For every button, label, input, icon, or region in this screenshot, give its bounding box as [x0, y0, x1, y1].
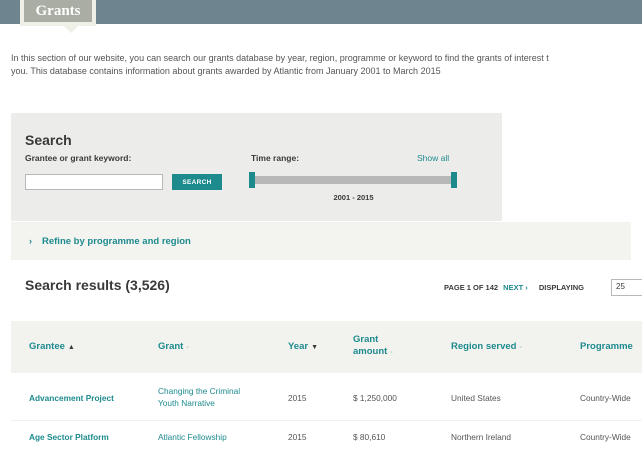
- column-header-region[interactable]: Region served -: [451, 341, 522, 354]
- refine-toggle[interactable]: › Refine by programme and region: [11, 222, 631, 260]
- intro-line-2: you. This database contains information …: [11, 66, 441, 76]
- year-cell: 2015: [288, 432, 307, 442]
- year-cell: 2015: [288, 393, 307, 403]
- programme-cell: Country-Wide: [580, 432, 631, 442]
- sort-ascending-icon: ▲: [67, 344, 75, 351]
- grants-tab-label: Grants: [24, 0, 92, 22]
- column-header-grantee[interactable]: Grantee ▲: [29, 341, 75, 354]
- page-indicator: PAGE 1 OF 142: [444, 283, 499, 292]
- grant-link[interactable]: Changing the Criminal Youth Narrative: [158, 385, 240, 409]
- column-header-year[interactable]: Year ▼: [288, 341, 318, 354]
- header-bar: [0, 0, 642, 24]
- grantee-link[interactable]: Age Sector Platform: [29, 431, 109, 443]
- grant-line: Changing the Criminal: [158, 386, 241, 396]
- column-header-label: Year: [288, 341, 309, 352]
- sort-neutral-icon: -: [519, 344, 522, 351]
- refine-label: Refine by programme and region: [42, 236, 191, 247]
- programme-cell: Country-Wide: [580, 393, 631, 403]
- next-page-link[interactable]: NEXT ›: [503, 283, 528, 292]
- grants-tab[interactable]: Grants: [20, 0, 96, 33]
- grant-line: Youth Narrative: [158, 398, 215, 408]
- region-cell: Northern Ireland: [451, 432, 511, 442]
- region-cell: United States: [451, 393, 501, 403]
- grant-link[interactable]: Atlantic Fellowship: [158, 431, 227, 443]
- tab-pointer: [64, 26, 78, 33]
- column-header-grant-amount[interactable]: Grant amount -: [353, 334, 393, 359]
- keyword-input[interactable]: [25, 174, 163, 190]
- chevron-right-icon: ›: [29, 236, 32, 246]
- sort-descending-icon: ▼: [311, 344, 319, 351]
- time-range-value: 2001 - 2015: [333, 193, 374, 202]
- sort-neutral-icon: -: [186, 344, 189, 351]
- column-header-label: Region served: [451, 341, 517, 352]
- time-range-start-handle[interactable]: [249, 172, 255, 188]
- show-all-link[interactable]: Show all: [417, 153, 449, 163]
- per-page-select[interactable]: 25: [611, 279, 642, 296]
- time-range-end-handle[interactable]: [451, 172, 457, 188]
- column-header-label: amount: [353, 346, 388, 357]
- displaying-label: DISPLAYING: [538, 283, 584, 292]
- results-table-header: Grantee ▲ Grant - Year ▼ Grant amount - Regi…: [11, 321, 642, 373]
- time-range-label: Time range:: [251, 153, 300, 163]
- search-title: Search: [25, 132, 72, 148]
- time-range-slider-track[interactable]: [251, 176, 456, 184]
- amount-cell: $ 1,250,000: [353, 393, 397, 403]
- results-title: Search results (3,526): [25, 277, 170, 293]
- intro-text: In this section of our website, you can …: [11, 52, 642, 78]
- column-header-programme[interactable]: Programme: [580, 341, 633, 353]
- sort-neutral-icon: -: [390, 349, 393, 356]
- table-row: Age Sector Platform Atlantic Fellowship …: [11, 420, 642, 450]
- column-header-label: Grant: [158, 341, 184, 352]
- table-row: Advancement Project Changing the Crimina…: [11, 375, 642, 419]
- grantee-link[interactable]: Advancement Project: [29, 392, 114, 404]
- column-header-grant[interactable]: Grant -: [158, 341, 189, 354]
- search-panel: Search Grantee or grant keyword: SEARCH …: [11, 113, 502, 221]
- column-header-label: Grantee: [29, 341, 65, 352]
- intro-line-1: In this section of our website, you can …: [11, 53, 549, 63]
- column-header-label: Programme: [580, 341, 633, 352]
- pagination: PAGE 1 OF 142 NEXT › DISPLAYING: [444, 283, 584, 292]
- search-button[interactable]: SEARCH: [172, 174, 222, 190]
- amount-cell: $ 80,610: [353, 432, 386, 442]
- keyword-label: Grantee or grant keyword:: [25, 153, 132, 163]
- column-header-label: Grant: [353, 334, 379, 345]
